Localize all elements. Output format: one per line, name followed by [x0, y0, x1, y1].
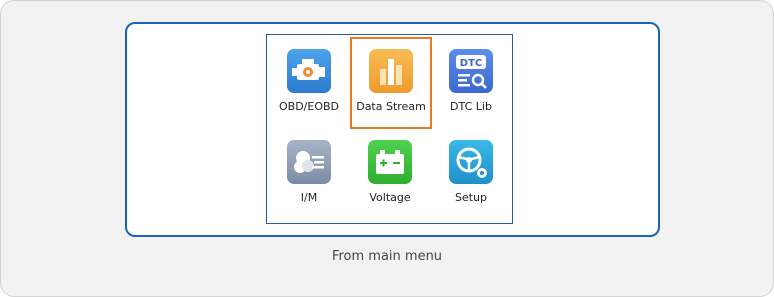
bar-chart-icon	[369, 49, 413, 93]
engine-icon	[287, 49, 331, 93]
figure-caption: From main menu	[331, 249, 443, 264]
dtc-search-icon: DTC	[449, 49, 493, 93]
menu-item-label: Data Stream	[356, 100, 426, 113]
menu-item-label: I/M	[300, 191, 318, 204]
menu-item-label: Voltage	[369, 191, 411, 204]
menu-item-dtc-lib[interactable]: DTC DTC Lib	[430, 37, 512, 129]
dtc-icon-text: DTC	[460, 58, 482, 69]
battery-icon	[368, 140, 412, 184]
menu-item-obd-eobd[interactable]: OBD/EOBD	[268, 37, 350, 129]
menu-item-setup[interactable]: Setup	[430, 128, 512, 220]
menu-item-data-stream[interactable]: Data Stream	[350, 37, 432, 129]
menu-item-label: Setup	[454, 191, 488, 204]
main-menu-screen: OBD/EOBD Data Stream DTC DTC Lib I/M Vol…	[266, 34, 513, 224]
menu-item-im[interactable]: I/M	[268, 128, 350, 220]
menu-item-label: OBD/EOBD	[278, 100, 339, 113]
im-readiness-icon	[287, 140, 331, 184]
menu-item-label: DTC Lib	[450, 100, 492, 113]
menu-item-voltage[interactable]: Voltage	[349, 128, 431, 220]
steering-gear-icon	[449, 140, 493, 184]
